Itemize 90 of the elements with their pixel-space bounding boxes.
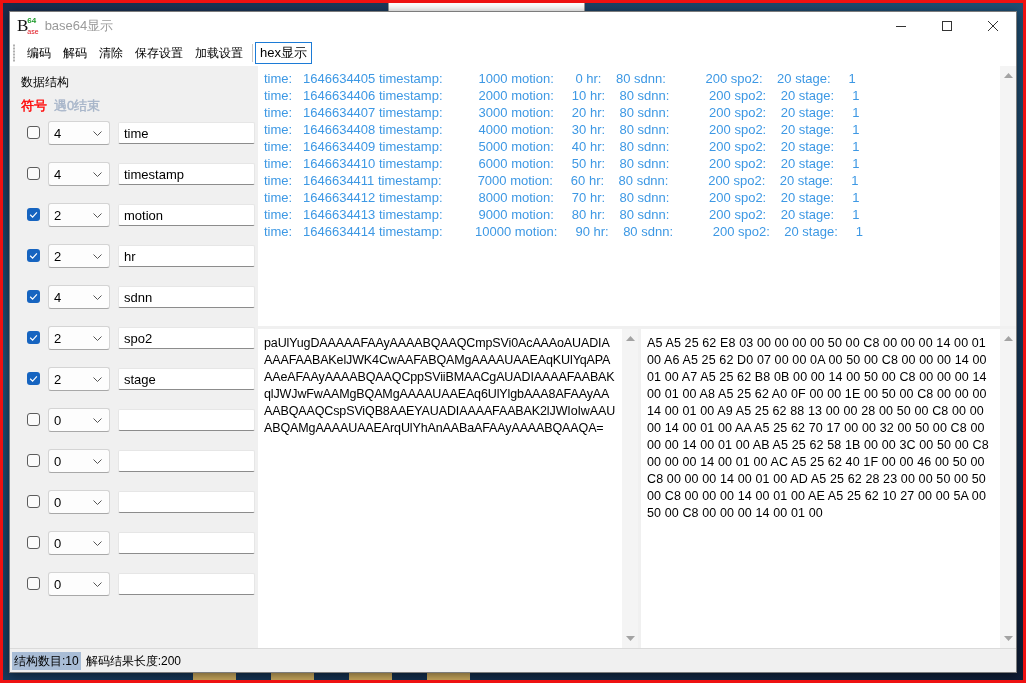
dropdown[interactable]: 4 (48, 285, 110, 309)
dropdown[interactable]: 2 (48, 326, 110, 350)
checkbox[interactable] (27, 454, 40, 467)
toggle-button[interactable]: hex显示 (255, 42, 312, 64)
vertical-scrollbar[interactable] (622, 329, 638, 648)
chevron-down-icon (93, 171, 102, 177)
text-field[interactable]: stage (118, 368, 255, 390)
checkbox[interactable] (27, 495, 40, 508)
base64-text: paUlYugDAAAAAFAAyAAAABQAAQCmpSVi0AcAAAoAUADIAAAAFAABAKelJWK4CwAAFABQAMgAAAAUAAEAqKUlYqAPAAAeAFAAyAAAABQAAQCppSViiBMAACgAUADIAAAAFAABAKqlJWJwFwAAMgBQAMgAAAAUAAEAq6UlYlgbAAA8AFAAyAAAABQAAQCspSViQB8AAEYAUADIAAAAFAABAK2lJWIoIwAAUABQAMgAAAAUAAEArqUlYhAnAABaAFAAyAAAABQAAQA= (264, 335, 617, 437)
toolbar-button[interactable]: 清除 (93, 42, 129, 64)
dropdown[interactable]: 0 (48, 572, 110, 596)
text-field[interactable]: hr (118, 245, 255, 267)
caret-down-icon (625, 636, 635, 641)
chevron-down-icon (93, 540, 102, 546)
status-text: 解码结果长度:200 (84, 652, 183, 670)
close-icon (988, 21, 998, 31)
text-field[interactable] (118, 532, 255, 554)
toolbar-button[interactable]: 解码 (57, 42, 93, 64)
dropdown[interactable]: 0 (48, 408, 110, 432)
taskbar-tile (271, 673, 314, 680)
taskbar-tile (349, 673, 392, 680)
chevron-down-icon (93, 376, 102, 382)
log-line: time: 1646634410 timestamp: 6000 motion: 50 hr: 80 sdnn: 200 spo2: 20 stage: 1 (264, 155, 861, 172)
checkbox[interactable] (27, 167, 40, 180)
checkbox[interactable] (27, 372, 40, 385)
checkbox[interactable] (27, 290, 40, 303)
minimize-icon (896, 25, 906, 27)
text-field[interactable]: time (118, 122, 255, 144)
caret-up-icon (1003, 336, 1013, 341)
text-field[interactable]: motion (118, 204, 255, 226)
log-line: time: 1646634414 timestamp: 10000 motion: 90 hr: 80 sdnn: 200 spo2: 20 stage: 1 (264, 223, 865, 240)
dropdown[interactable]: 2 (48, 203, 110, 227)
text-area[interactable] (641, 329, 1016, 648)
maximize-icon (942, 21, 952, 31)
text-field[interactable] (118, 573, 255, 595)
vertical-scrollbar[interactable] (1000, 66, 1016, 326)
caret-up-icon (1003, 73, 1013, 78)
chevron-down-icon (93, 335, 102, 341)
window-title: base64显示 (44, 17, 114, 35)
checkbox[interactable] (27, 536, 40, 549)
dropdown[interactable]: 0 (48, 531, 110, 555)
checkbox[interactable] (27, 126, 40, 139)
checkbox[interactable] (27, 577, 40, 590)
status-text: 结构数目:10 (12, 651, 81, 670)
taskbar-tile (193, 673, 236, 680)
text-field[interactable]: sdnn (118, 286, 255, 308)
text-field[interactable]: timestamp (118, 163, 255, 185)
grip-icon (13, 44, 16, 62)
dropdown[interactable]: 4 (48, 121, 110, 145)
chevron-down-icon (93, 130, 102, 136)
dropdown[interactable]: 0 (48, 449, 110, 473)
toolbar-button[interactable]: 编码 (21, 42, 57, 64)
hex-text: A5 A5 25 62 E8 03 00 00 00 00 50 00 C8 00 00 00 14 00 01 00 A6 A5 25 62 D0 07 00 00 0A 00 50 00 C8 00 00 00 14 00 01 00 A7 A5 25 62 B8 0B 00 00 14 00 50 00 C8 00 00 00 14 00 01 00 A8 A5 25 62 A0 0F 00 00 1E 00 50 00 C8 00 00 00 14 00 01 00 A9 A5 25 62 88 13 00 00 28 00 50 00 C8 00 00 00 14 00 01 00 AA A5 25 62 70 17 00 00 32 00 50 00 C8 00 00 00 14 00 01 00 AB A5 25 62 58 1B 00 00 3C 00 50 00 C8 00 00 00 14 00 01 00 AC A5 25 62 40 1F 00 00 46 00 50 00 C8 00 00 00 14 00 01 00 AD A5 25 62 28 23 00 00 50 00 50 00 C8 00 00 00 14 00 01 00 AE A5 25 62 10 27 00 00 5A 00 50 00 C8 00 00 00 14 00 01 00 (647, 335, 990, 522)
taskbar-tile (427, 673, 470, 680)
log-line: time: 1646634408 timestamp: 4000 motion: 30 hr: 80 sdnn: 200 spo2: 20 stage: 1 (264, 121, 861, 138)
log-line: time: 1646634412 timestamp: 8000 motion: 70 hr: 80 sdnn: 200 spo2: 20 stage: 1 (264, 189, 861, 206)
log-line: time: 1646634411 timestamp: 7000 motion: 60 hr: 80 sdnn: 200 spo2: 20 stage: 1 (264, 172, 860, 189)
chevron-down-icon (93, 294, 102, 300)
toolbar-button[interactable]: 保存设置 (129, 42, 189, 64)
chevron-down-icon (93, 253, 102, 259)
legend-label: 符号 (21, 97, 47, 115)
dropdown[interactable]: 2 (48, 244, 110, 268)
chevron-down-icon (93, 581, 102, 587)
chevron-down-icon (93, 458, 102, 464)
section-title: 数据结构 (21, 74, 70, 91)
checkbox[interactable] (27, 208, 40, 221)
text-field[interactable] (118, 450, 255, 472)
caret-down-icon (1003, 636, 1013, 641)
chevron-down-icon (93, 417, 102, 423)
checkbox[interactable] (27, 413, 40, 426)
checkbox[interactable] (27, 249, 40, 262)
dropdown[interactable]: 0 (48, 490, 110, 514)
dropdown[interactable]: 4 (48, 162, 110, 186)
text-field[interactable]: spo2 (118, 327, 255, 349)
log-line: time: 1646634413 timestamp: 9000 motion: 80 hr: 80 sdnn: 200 spo2: 20 stage: 1 (264, 206, 861, 223)
text-area[interactable] (258, 329, 638, 648)
caret-up-icon (625, 336, 635, 341)
dropdown[interactable]: 2 (48, 367, 110, 391)
chevron-down-icon (93, 499, 102, 505)
chevron-down-icon (93, 212, 102, 218)
vertical-scrollbar[interactable] (1000, 329, 1016, 648)
legend-label: 遇0结束 (54, 97, 101, 115)
text-field[interactable] (118, 409, 255, 431)
checkbox[interactable] (27, 331, 40, 344)
log-line: time: 1646634406 timestamp: 2000 motion: 10 hr: 80 sdnn: 200 spo2: 20 stage: 1 (264, 87, 861, 104)
log-line: time: 1646634407 timestamp: 3000 motion: 20 hr: 80 sdnn: 200 spo2: 20 stage: 1 (264, 104, 861, 121)
text-field[interactable] (118, 491, 255, 513)
log-line: time: 1646634409 timestamp: 5000 motion: 40 hr: 80 sdnn: 200 spo2: 20 stage: 1 (264, 138, 861, 155)
toolbar-button[interactable]: 加载设置 (189, 42, 249, 64)
log-line: time: 1646634405 timestamp: 1000 motion: 0 hr: 80 sdnn: 200 spo2: 20 stage: 1 (264, 70, 857, 87)
